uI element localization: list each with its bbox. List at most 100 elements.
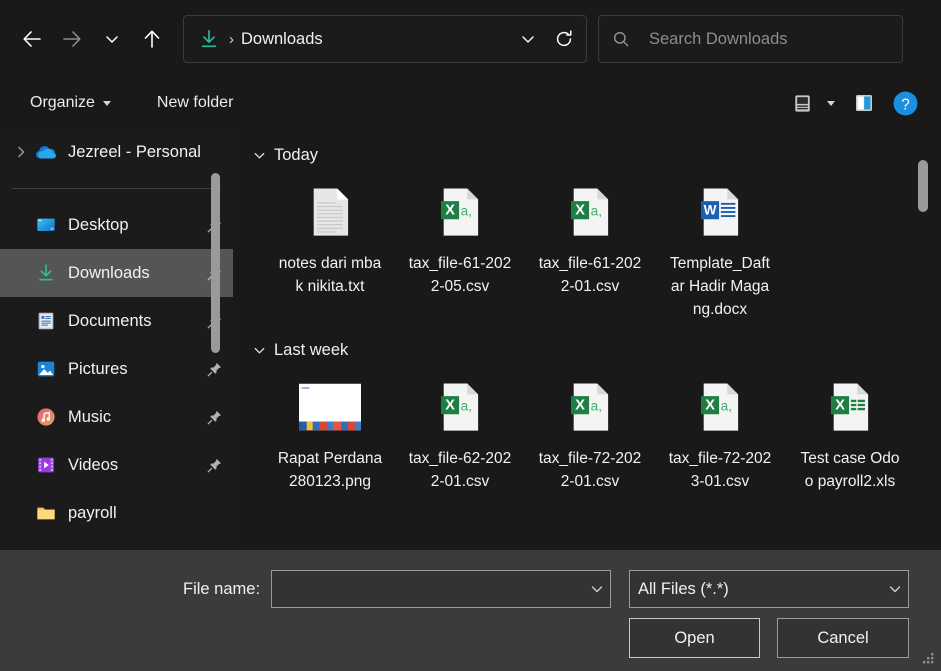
- file-tile[interactable]: X a, tax_file-62-2022-01.csv: [395, 365, 525, 493]
- file-name: tax_file-72-2022-01.csv: [538, 450, 642, 490]
- open-button[interactable]: Open: [629, 618, 760, 658]
- cancel-button[interactable]: Cancel: [777, 618, 909, 658]
- svg-text:X: X: [705, 398, 715, 414]
- file-name-input[interactable]: [272, 571, 584, 607]
- breadcrumb-current[interactable]: Downloads: [241, 30, 510, 49]
- file-name: tax_file-61-2022-05.csv: [408, 255, 512, 295]
- documents-icon: [34, 309, 58, 333]
- up-button[interactable]: [132, 19, 172, 59]
- chevron-down-icon[interactable]: [248, 343, 270, 358]
- file-tile-row: notes dari mbak nikita.txt X a, tax_file…: [243, 170, 941, 321]
- svg-text:W: W: [704, 203, 717, 218]
- csv-file-icon: X a,: [428, 180, 492, 244]
- group-header-today[interactable]: Today: [243, 140, 941, 170]
- file-type-filter-combobox[interactable]: All Files (*.*): [629, 570, 909, 608]
- navigation-pane: Jezreel - Personal Desktop Downloads Doc…: [0, 128, 233, 550]
- file-tile[interactable]: X a, tax_file-61-2022-05.csv: [395, 170, 525, 321]
- chevron-down-icon[interactable]: [248, 148, 270, 163]
- organize-button[interactable]: Organize: [22, 88, 119, 118]
- csv-file-icon: X a,: [558, 375, 622, 439]
- sidebar-item-label: Downloads: [68, 263, 150, 282]
- chevron-down-icon: [591, 586, 603, 593]
- group-title: Last week: [274, 340, 349, 359]
- file-list-pane[interactable]: Today notes dari mbak nikita.txt X a, ta…: [233, 128, 941, 550]
- sidebar-item-pictures[interactable]: Pictures: [0, 345, 233, 393]
- refresh-icon: [556, 30, 572, 47]
- open-button-label: Open: [674, 628, 715, 647]
- refresh-button[interactable]: [546, 19, 582, 59]
- back-button[interactable]: [12, 19, 52, 59]
- dialog-button-row: Open Cancel: [0, 618, 941, 658]
- preview-pane-button[interactable]: [843, 86, 885, 120]
- file-open-dialog: › Downloads Orga: [0, 0, 941, 671]
- change-view-button[interactable]: [785, 86, 819, 120]
- address-dropdown-button[interactable]: [510, 19, 546, 59]
- recent-locations-button[interactable]: [92, 19, 132, 59]
- file-tile[interactable]: X Test case Odoo payroll2.xls: [785, 365, 915, 493]
- csv-file-icon: X a,: [688, 375, 752, 439]
- svg-text:a,: a,: [461, 399, 472, 414]
- sidebar-item-documents[interactable]: Documents: [0, 297, 233, 345]
- chevron-down-icon: [106, 36, 118, 43]
- file-name-label: File name:: [183, 580, 261, 598]
- file-name: tax_file-62-2022-01.csv: [408, 450, 512, 490]
- command-bar: Organize New folder ?: [0, 78, 941, 128]
- file-tile[interactable]: X a, tax_file-61-2022-01.csv: [525, 170, 655, 321]
- file-name: tax_file-72-2023-01.csv: [668, 450, 772, 490]
- breadcrumb-separator: ›: [229, 30, 234, 48]
- help-button[interactable]: ?: [885, 86, 925, 120]
- sidebar-scrollbar-thumb[interactable]: [211, 173, 220, 353]
- svg-text:X: X: [445, 398, 455, 414]
- videos-icon: [34, 453, 58, 477]
- dialog-body: Jezreel - Personal Desktop Downloads Doc…: [0, 128, 941, 550]
- group-title: Today: [274, 145, 319, 164]
- sidebar-item-desktop[interactable]: Desktop: [0, 201, 233, 249]
- file-list-scrollbar-thumb[interactable]: [918, 160, 928, 212]
- file-type-dropdown-button[interactable]: [882, 571, 908, 607]
- svg-text:a,: a,: [591, 204, 602, 219]
- search-input[interactable]: [649, 29, 890, 49]
- music-icon: [34, 405, 58, 429]
- file-tile[interactable]: notes dari mbak nikita.txt: [265, 170, 395, 321]
- csv-file-icon: X a,: [428, 375, 492, 439]
- file-name: Template_Daftar Hadir Magang.docx: [670, 255, 770, 318]
- file-tile-row: Rapat Perdana 280123.png X a, tax_file-6…: [243, 365, 941, 493]
- caret-down-icon: [102, 100, 111, 106]
- view-dropdown-button[interactable]: [819, 86, 843, 120]
- file-tile[interactable]: W Template_Daftar Hadir Magang.docx: [655, 170, 785, 321]
- new-folder-label: New folder: [156, 94, 234, 111]
- sidebar-item-videos[interactable]: Videos: [0, 441, 233, 489]
- sidebar-item-payroll[interactable]: payroll: [0, 489, 233, 537]
- preview-pane-icon: [856, 95, 872, 111]
- resize-grip-icon[interactable]: [922, 652, 936, 666]
- excel-file-icon: X: [818, 375, 882, 439]
- sidebar-item-label: Jezreel - Personal: [68, 142, 201, 161]
- sidebar-item-music[interactable]: Music: [0, 393, 233, 441]
- new-folder-button[interactable]: New folder: [149, 88, 241, 118]
- chevron-down-icon: [889, 586, 901, 593]
- sidebar-item-onedrive[interactable]: Jezreel - Personal: [0, 128, 233, 176]
- navigation-bar: › Downloads: [0, 0, 941, 78]
- file-name-combobox[interactable]: [271, 570, 611, 608]
- svg-text:X: X: [575, 398, 585, 414]
- file-tile[interactable]: Rapat Perdana 280123.png: [265, 365, 395, 493]
- file-type-filter-value: All Files (*.*): [638, 579, 729, 598]
- arrow-right-icon: [63, 31, 81, 47]
- help-icon: ?: [893, 91, 917, 115]
- sidebar-scrollbar[interactable]: [211, 128, 227, 550]
- chevron-right-icon[interactable]: [8, 144, 34, 160]
- search-box[interactable]: [598, 15, 903, 63]
- file-name: Test case Odoo payroll2.xls: [800, 450, 900, 490]
- cancel-button-label: Cancel: [817, 628, 869, 647]
- onedrive-icon: [34, 140, 58, 164]
- group-header-last-week[interactable]: Last week: [243, 335, 941, 365]
- svg-text:?: ?: [901, 96, 910, 113]
- forward-button[interactable]: [52, 19, 92, 59]
- address-bar[interactable]: › Downloads: [183, 15, 587, 63]
- view-layout-icon: [794, 94, 810, 112]
- svg-text:a,: a,: [721, 399, 732, 414]
- file-name-dropdown-button[interactable]: [584, 571, 610, 607]
- file-tile[interactable]: X a, tax_file-72-2022-01.csv: [525, 365, 655, 493]
- sidebar-item-downloads[interactable]: Downloads: [0, 249, 233, 297]
- file-tile[interactable]: X a, tax_file-72-2023-01.csv: [655, 365, 785, 493]
